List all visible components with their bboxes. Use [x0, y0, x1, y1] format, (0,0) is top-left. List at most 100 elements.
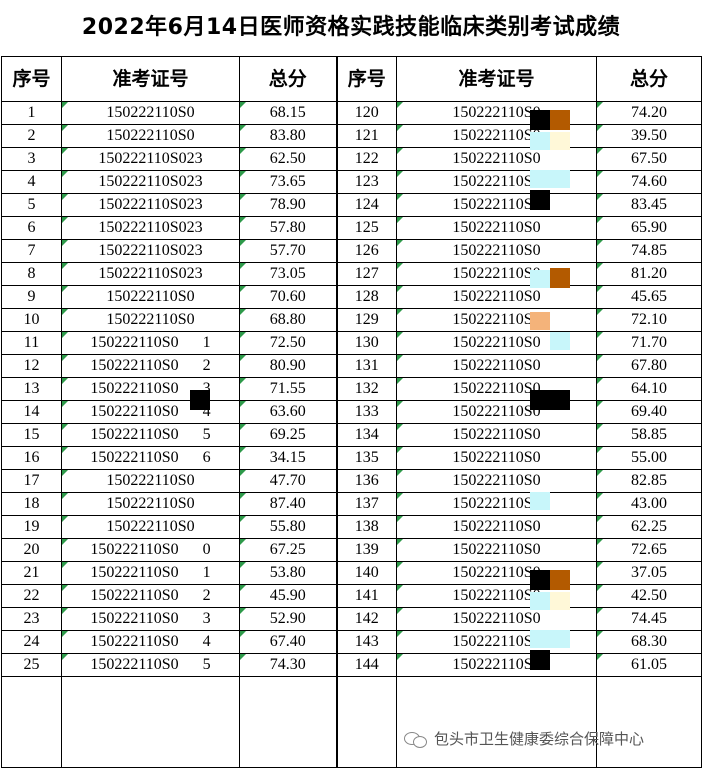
score-left-cell: 57.70 — [239, 239, 337, 263]
seq-right-cell: 130 — [335, 331, 397, 355]
cell-marker — [597, 516, 603, 522]
score-right-cell: 65.90 — [596, 216, 702, 240]
score-right-cell-text: 72.10 — [631, 311, 667, 328]
cell-marker — [62, 263, 68, 269]
id-right-cell-text: 150222110S0 — [452, 656, 541, 673]
cell-marker — [62, 194, 68, 200]
cell-marker — [597, 240, 603, 246]
cell-marker — [397, 378, 403, 384]
redaction-mask — [530, 390, 570, 410]
score-left-cell-text: 57.70 — [269, 242, 306, 259]
id-left-cell: 150222110S0 4 — [61, 400, 240, 424]
seq-right-cell-text: 120 — [354, 104, 379, 121]
cell-marker — [240, 148, 246, 154]
table-row: 4 150222110S023 73.65 123 150222110S0 74.60 — [1, 170, 702, 194]
cell-marker — [597, 539, 603, 545]
score-left-cell: 72.50 — [239, 331, 337, 355]
id-left-cell: 150222110S023 — [61, 239, 240, 263]
table-row: 16 150222110S0 6 34.15 135 150222110S0 55.00 — [1, 446, 702, 470]
id-left-cell: 150222110S0 2 — [61, 354, 240, 378]
cell-marker — [597, 470, 603, 476]
table-row: 23 150222110S0 3 52.90 142 150222110S0 74.45 — [1, 607, 702, 631]
seq-left-cell: 13 — [1, 377, 62, 401]
seq-right-cell: 125 — [335, 216, 397, 240]
score-left-cell-text: 34.15 — [269, 449, 306, 466]
id-left-cell-text: 150222110S023 — [98, 242, 203, 259]
score-left-cell-text: 78.90 — [269, 196, 306, 213]
table-row: 5 150222110S023 78.90 124 150222110S0 83.45 — [1, 193, 702, 217]
empty-row — [1, 676, 702, 768]
score-right-cell-text: 65.90 — [631, 219, 667, 236]
score-right-cell: 61.05 — [596, 653, 702, 677]
id-left-cell: 150222110S0 5 — [61, 653, 240, 677]
score-right-cell-text: 82.85 — [631, 472, 667, 489]
cell-marker — [240, 102, 246, 108]
id-left-cell-text: 150222110S023 — [98, 150, 203, 167]
cell-marker — [397, 608, 403, 614]
empty-cell — [61, 676, 240, 768]
score-right-cell: 74.85 — [596, 239, 702, 263]
seq-left-cell: 2 — [1, 124, 62, 148]
score-right-cell: 64.10 — [596, 377, 702, 401]
seq-right-cell-text: 137 — [354, 495, 379, 512]
cell-marker — [240, 125, 246, 131]
id-left-cell-text: 150222110S0 6 — [90, 449, 211, 466]
table-row: 8 150222110S023 73.05 127 150222110S0 81.20 — [1, 262, 702, 286]
cell-marker — [597, 148, 603, 154]
seq-right-cell-text: 133 — [354, 403, 379, 420]
score-right-cell-text: 61.05 — [631, 656, 667, 673]
score-right-cell: 67.80 — [596, 354, 702, 378]
seq-left-cell-text: 3 — [27, 150, 36, 167]
id-right-cell: 150222110S0 — [396, 469, 597, 493]
cell-marker — [240, 562, 246, 568]
id-left-cell: 150222110S0 5 — [61, 423, 240, 447]
seq-right-cell-text: 139 — [354, 541, 379, 558]
cell-marker — [240, 401, 246, 407]
seq-left-cell: 14 — [1, 400, 62, 424]
id-left-cell: 150222110S023 — [61, 262, 240, 286]
seq-left-cell-text: 19 — [23, 518, 40, 535]
seq-left-cell-text: 13 — [23, 380, 40, 397]
id-left-cell: 150222110S023 — [61, 170, 240, 194]
id-right-cell: 150222110S0 — [396, 285, 597, 309]
seq-right-cell: 135 — [335, 446, 397, 470]
cell-marker — [597, 355, 603, 361]
id-left-cell-text: 150222110S023 — [98, 196, 203, 213]
seq-left-cell: 9 — [1, 285, 62, 309]
score-right-cell: 55.00 — [596, 446, 702, 470]
cell-marker — [597, 217, 603, 223]
redaction-mask — [530, 570, 550, 590]
cell-marker — [240, 539, 246, 545]
seq-right-cell-text: 143 — [354, 633, 379, 650]
seq-left-cell-text: 12 — [23, 357, 40, 374]
redaction-mask — [190, 390, 210, 410]
id-right-cell: 150222110S0 — [396, 653, 597, 677]
score-left-cell: 87.40 — [239, 492, 337, 516]
cell-marker — [397, 286, 403, 292]
seq-right-cell-text: 129 — [354, 311, 379, 328]
score-right-cell: 62.25 — [596, 515, 702, 539]
seq-right-cell-text: 122 — [354, 150, 379, 167]
id-left-cell: 150222110S0 0 — [61, 538, 240, 562]
cell-marker — [62, 447, 68, 453]
seq-right-cell-text: 121 — [354, 127, 379, 144]
id-right-cell: 150222110S0 — [396, 216, 597, 240]
cell-marker — [597, 493, 603, 499]
empty-cell — [396, 676, 597, 768]
id-right-cell-text: 150222110S0 — [452, 173, 541, 190]
seq-left-cell: 6 — [1, 216, 62, 240]
score-left-cell: 68.80 — [239, 308, 337, 332]
id-right-cell-text: 150222110S0 — [452, 357, 541, 374]
score-left-cell: 67.25 — [239, 538, 337, 562]
redaction-mask — [550, 132, 570, 150]
id-left-cell: 150222110S0 — [61, 469, 240, 493]
seq-left-cell: 24 — [1, 630, 62, 654]
id-right-cell-text: 150222110S0 — [452, 403, 541, 420]
score-right-cell: 69.40 — [596, 400, 702, 424]
cell-marker — [62, 516, 68, 522]
cell-marker — [597, 125, 603, 131]
seq-left-cell-text: 1 — [27, 104, 36, 121]
score-right-cell-text: 81.20 — [631, 265, 667, 282]
score-left-cell-text: 47.70 — [269, 472, 306, 489]
cell-marker — [240, 332, 246, 338]
